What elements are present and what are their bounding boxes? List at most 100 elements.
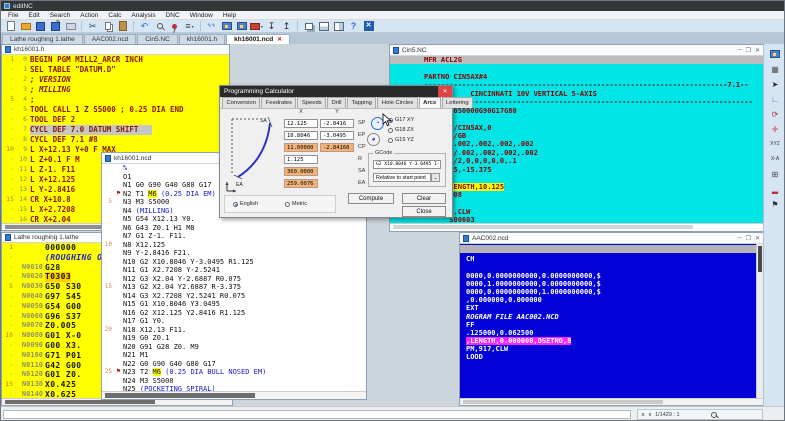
tab-close-icon[interactable]: ✕ bbox=[277, 36, 282, 43]
code-line[interactable]: N19 G0 Z0.1 bbox=[102, 334, 366, 343]
code-line[interactable]: N21 M1 bbox=[102, 351, 366, 360]
tab-cin5.nc[interactable]: Cin5.NC bbox=[137, 34, 178, 44]
save-as-icon[interactable] bbox=[49, 20, 62, 32]
backplot-icon[interactable] bbox=[220, 20, 233, 32]
coordinate-table-icon[interactable]: ▦ bbox=[767, 62, 783, 76]
tab-kh16001.h[interactable]: kh16001.h bbox=[179, 34, 225, 44]
code-line[interactable]: 0000,1.0000000000,0.0000000000,$ bbox=[460, 278, 763, 286]
scrollbar-thumb[interactable] bbox=[758, 246, 762, 272]
maximize-icon[interactable]: ❐ bbox=[746, 235, 751, 242]
calc-tab-speeds[interactable]: Speeds bbox=[297, 97, 326, 108]
undo-icon[interactable]: ↶ bbox=[138, 20, 151, 32]
aac002-h-scrollbar[interactable] bbox=[460, 398, 763, 405]
code-line[interactable]: 0000,0.0000000000,0.0000000000,$ bbox=[460, 270, 763, 278]
code-line[interactable]: N7 G1 Z-1. F11. bbox=[102, 232, 366, 241]
sp-y-field[interactable]: -2.8416 bbox=[320, 119, 354, 128]
close-button[interactable]: Close bbox=[402, 206, 446, 217]
code-line[interactable]: N14 G3 X2.7208 Y2.5241 R0.075 bbox=[102, 292, 366, 301]
receive-file-icon[interactable]: ↧ bbox=[265, 20, 278, 32]
code-line[interactable]: 20N18 X12.13 F11. bbox=[102, 326, 366, 335]
tab-aac002.ncd[interactable]: AAC002.ncd bbox=[84, 34, 137, 44]
code-line[interactable]: ·6TOOL DEF 2 bbox=[2, 115, 229, 125]
line-down-button[interactable]: ∨ bbox=[648, 412, 652, 418]
minimize-icon[interactable]: ─ bbox=[737, 47, 741, 53]
open-icon[interactable] bbox=[19, 20, 32, 32]
aac002-v-scrollbar[interactable] bbox=[756, 244, 763, 400]
menu-action[interactable]: Action bbox=[75, 11, 103, 20]
menu-dnc[interactable]: DNC bbox=[161, 11, 185, 20]
kh16001ncd-h-scrollbar[interactable] bbox=[102, 391, 366, 399]
menu-edit[interactable]: Edit bbox=[23, 11, 44, 20]
plane-radio-g19[interactable]: G19 YZ bbox=[388, 137, 414, 143]
axis-map-icon[interactable]: X-A bbox=[767, 152, 783, 166]
units-radio-metric[interactable]: Metric bbox=[285, 201, 307, 207]
code-line[interactable]: N15 G1 X10.8046 Y3.0495 bbox=[102, 300, 366, 309]
pin-icon[interactable] bbox=[168, 20, 181, 32]
compute-button[interactable]: Compute bbox=[348, 193, 394, 204]
code-line[interactable] bbox=[390, 64, 763, 72]
close-icon[interactable]: ✕ bbox=[755, 47, 760, 54]
cp-y-field[interactable]: -2.84160 bbox=[320, 143, 354, 152]
code-line[interactable]: ·8CYCL DEF 7.1 #8 bbox=[2, 135, 229, 145]
rotate-icon[interactable]: ⟳ bbox=[767, 107, 783, 121]
compare-icon[interactable]: ✎✎ bbox=[205, 20, 218, 32]
send-file-icon[interactable]: ↥ bbox=[280, 20, 293, 32]
code-line[interactable]: 10N8 X12.125 bbox=[102, 241, 366, 250]
menu-file[interactable]: File bbox=[3, 11, 23, 20]
machine-tool-icon[interactable] bbox=[767, 47, 783, 61]
maximize-icon[interactable]: ❐ bbox=[746, 47, 751, 54]
tab-kh16001.ncd[interactable]: kh16001.ncd✕ bbox=[226, 34, 290, 44]
cut-icon[interactable]: ✂ bbox=[86, 20, 99, 32]
marker-icon[interactable]: ▂ bbox=[767, 182, 783, 196]
sp-x-field[interactable]: 12.125 bbox=[284, 119, 318, 128]
close-icon[interactable]: ✕ bbox=[755, 235, 760, 242]
menu-analysis[interactable]: Analysis bbox=[126, 11, 160, 20]
menu-window[interactable]: Window bbox=[185, 11, 218, 20]
xyz-readout-icon[interactable]: XYZ bbox=[767, 137, 783, 151]
code-line[interactable]: PARTNO CIN5AX#4 bbox=[390, 73, 763, 81]
save-icon[interactable] bbox=[34, 20, 47, 32]
code-line[interactable]: 15N13 G2 X2.04 Y2.6887 R-3.375 bbox=[102, 283, 366, 292]
flag-icon[interactable]: ⚑ bbox=[767, 197, 783, 211]
window-aac002-titlebar[interactable]: AAC002.ncd ─ ❐ ✕ bbox=[460, 233, 763, 244]
calc-tab-feedrates[interactable]: Feedrates bbox=[261, 97, 296, 108]
code-line[interactable]: N9 Y-2.8416 F21. bbox=[102, 249, 366, 258]
code-line[interactable]: N11 G1 X2.7208 Y-2.5241 bbox=[102, 266, 366, 275]
code-line[interactable]: ·1SEL TABLE "DATUM.D" bbox=[2, 65, 229, 75]
arc-ccw-button[interactable]: ◕ bbox=[367, 133, 380, 146]
sa-x-field[interactable]: 360.0000 bbox=[284, 167, 318, 176]
calc-tab-drill[interactable]: Drill bbox=[327, 97, 346, 108]
cin5-h-scrollbar[interactable] bbox=[390, 223, 763, 231]
scrollbar-thumb[interactable] bbox=[105, 393, 255, 398]
calc-tab-tapping[interactable]: Tapping bbox=[347, 97, 376, 108]
scrollbar-thumb[interactable] bbox=[5, 400, 155, 404]
code-line[interactable]: ·2; VERSION bbox=[2, 75, 229, 85]
code-line[interactable]: PM,917,CLW bbox=[460, 343, 763, 351]
target-icon[interactable]: ✛ bbox=[767, 122, 783, 136]
aac002-editor[interactable]: CH 0000,0.0000000000,0.0000000000,$0000,… bbox=[460, 244, 763, 400]
help-icon[interactable]: ? bbox=[347, 20, 360, 32]
code-line[interactable] bbox=[460, 261, 763, 269]
code-line[interactable]: N12 G3 X2.04 Y-2.6887 R0.075 bbox=[102, 275, 366, 284]
code-line[interactable]: ·5TOOL CALL 1 Z S5000 ; 0.25 DIA END bbox=[2, 105, 229, 115]
clear-button[interactable]: Clear bbox=[402, 193, 446, 204]
window-kh16001h-titlebar[interactable]: kh16001.h bbox=[2, 45, 229, 55]
protocol-icon[interactable]: ▾ bbox=[250, 20, 263, 32]
code-line[interactable]: N22 G0 G90 G40 G80 G17 bbox=[102, 360, 366, 369]
calculator-titlebar[interactable]: Programming Calculator ✕ bbox=[220, 86, 452, 97]
copy-icon[interactable] bbox=[101, 20, 114, 32]
code-line[interactable]: 10BEGIN PGM MILL2_ARCR INCH bbox=[2, 55, 229, 65]
cascade-windows-icon[interactable] bbox=[302, 20, 315, 32]
find-icon[interactable] bbox=[153, 20, 166, 32]
chevron-down-icon[interactable]: ⌄ bbox=[431, 173, 440, 182]
menu-calc[interactable]: Calc bbox=[103, 11, 126, 20]
bookmark-icon[interactable]: ⚑ bbox=[114, 190, 123, 199]
close-icon[interactable]: ✕ bbox=[438, 86, 452, 97]
dnc-send-icon[interactable] bbox=[235, 20, 248, 32]
macro-list-icon[interactable]: ≡▾ bbox=[183, 20, 196, 32]
line-up-button[interactable]: ∧ bbox=[641, 412, 645, 418]
scrollbar-thumb[interactable] bbox=[393, 225, 693, 229]
ep-x-field[interactable]: 10.8046 bbox=[284, 131, 318, 140]
axes-icon[interactable]: ∟ bbox=[767, 92, 783, 106]
window-cin5-titlebar[interactable]: Cin5.NC ─ ❐ ✕ bbox=[390, 45, 763, 56]
